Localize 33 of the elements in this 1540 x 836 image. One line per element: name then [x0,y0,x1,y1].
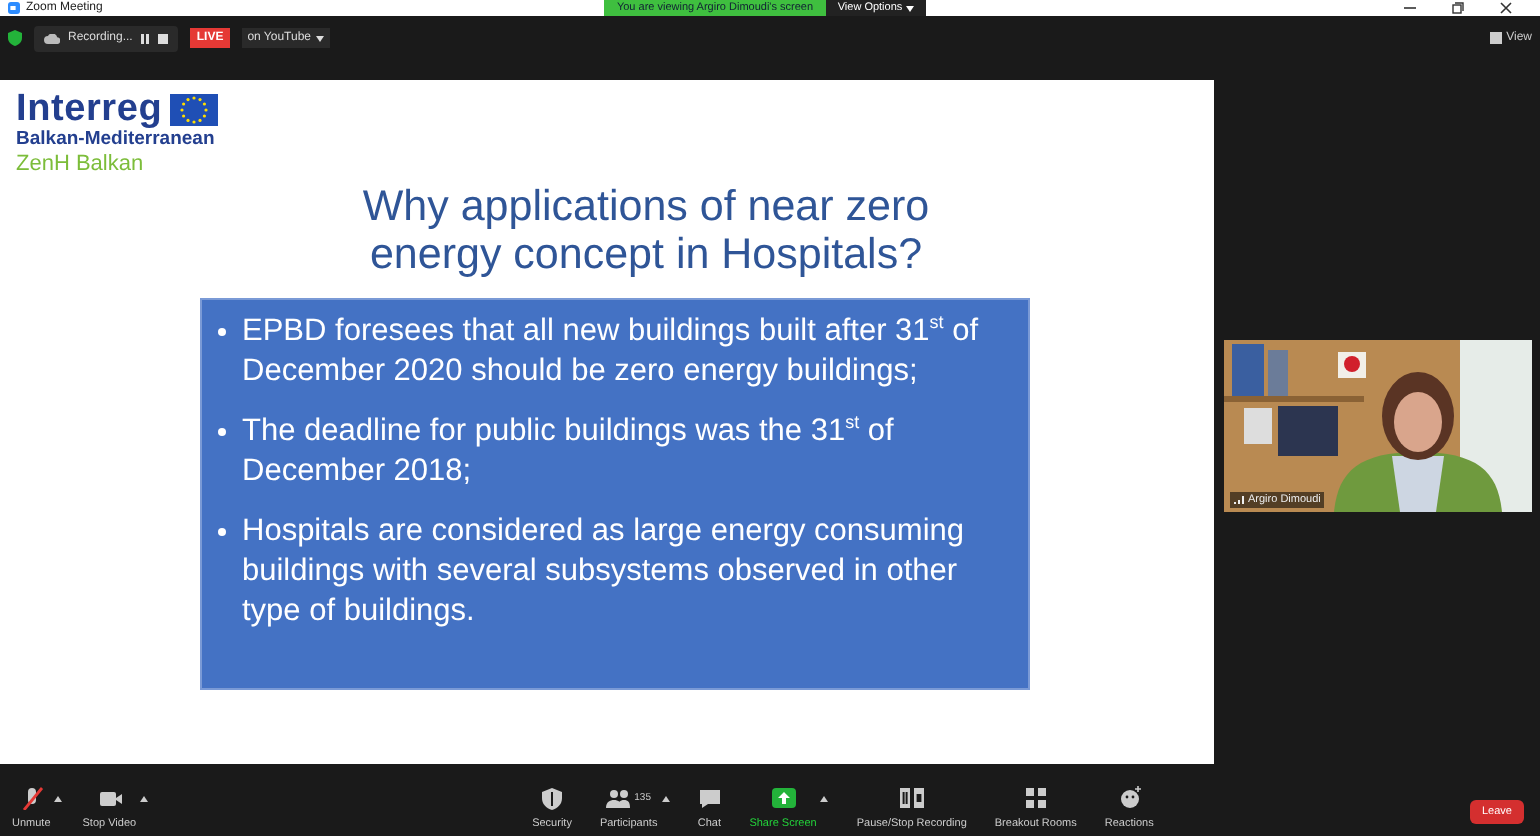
cloud-icon [44,33,60,43]
chat-bubble-icon [697,786,722,810]
smiley-icon [1117,786,1142,810]
caret-icon [315,35,324,41]
maximize-icon[interactable] [1452,2,1464,14]
caret-up-icon[interactable] [820,796,829,802]
bullet-icon [218,328,226,336]
bullet-text: EPBD foresees that all new buildings built after 31$^{st}$ of December 2020 should be zero energy buildings; [242,312,981,392]
slide-title: Why applications of near zero energy concept in Hospitals? [360,182,932,278]
caret-icon [906,5,915,11]
bullet-text: The deadline for public buildings was the 31$^{st}$ of December 2018; [242,412,896,492]
signal-icon [1234,496,1244,504]
stop-icon[interactable] [158,33,169,43]
close-icon[interactable] [1500,2,1512,14]
caret-up-icon[interactable] [661,796,670,802]
bullet-icon [218,428,226,436]
muted-mic-icon [19,786,44,810]
caret-up-icon[interactable] [54,796,63,802]
project-name: ZenH Balkan [16,152,146,178]
video-camera-icon [97,786,122,810]
pause-stop-icon [899,786,924,810]
bullet-icon [218,528,226,536]
brand-wordmark: Interreg [16,90,163,128]
eu-flag-icon [170,93,219,125]
shield-icon [540,786,565,810]
caret-up-icon[interactable] [140,796,149,802]
share-arrow-icon [771,786,796,810]
people-icon [606,786,631,810]
program-name: Balkan-Mediterranean [16,128,217,152]
shield-icon [8,30,22,46]
bullet-text: Hospitals are considered as large energy consuming buildings with several subsystems observed in other type of buildings. [242,512,967,632]
pause-icon[interactable] [140,33,151,43]
minimize-icon[interactable] [1404,2,1416,14]
